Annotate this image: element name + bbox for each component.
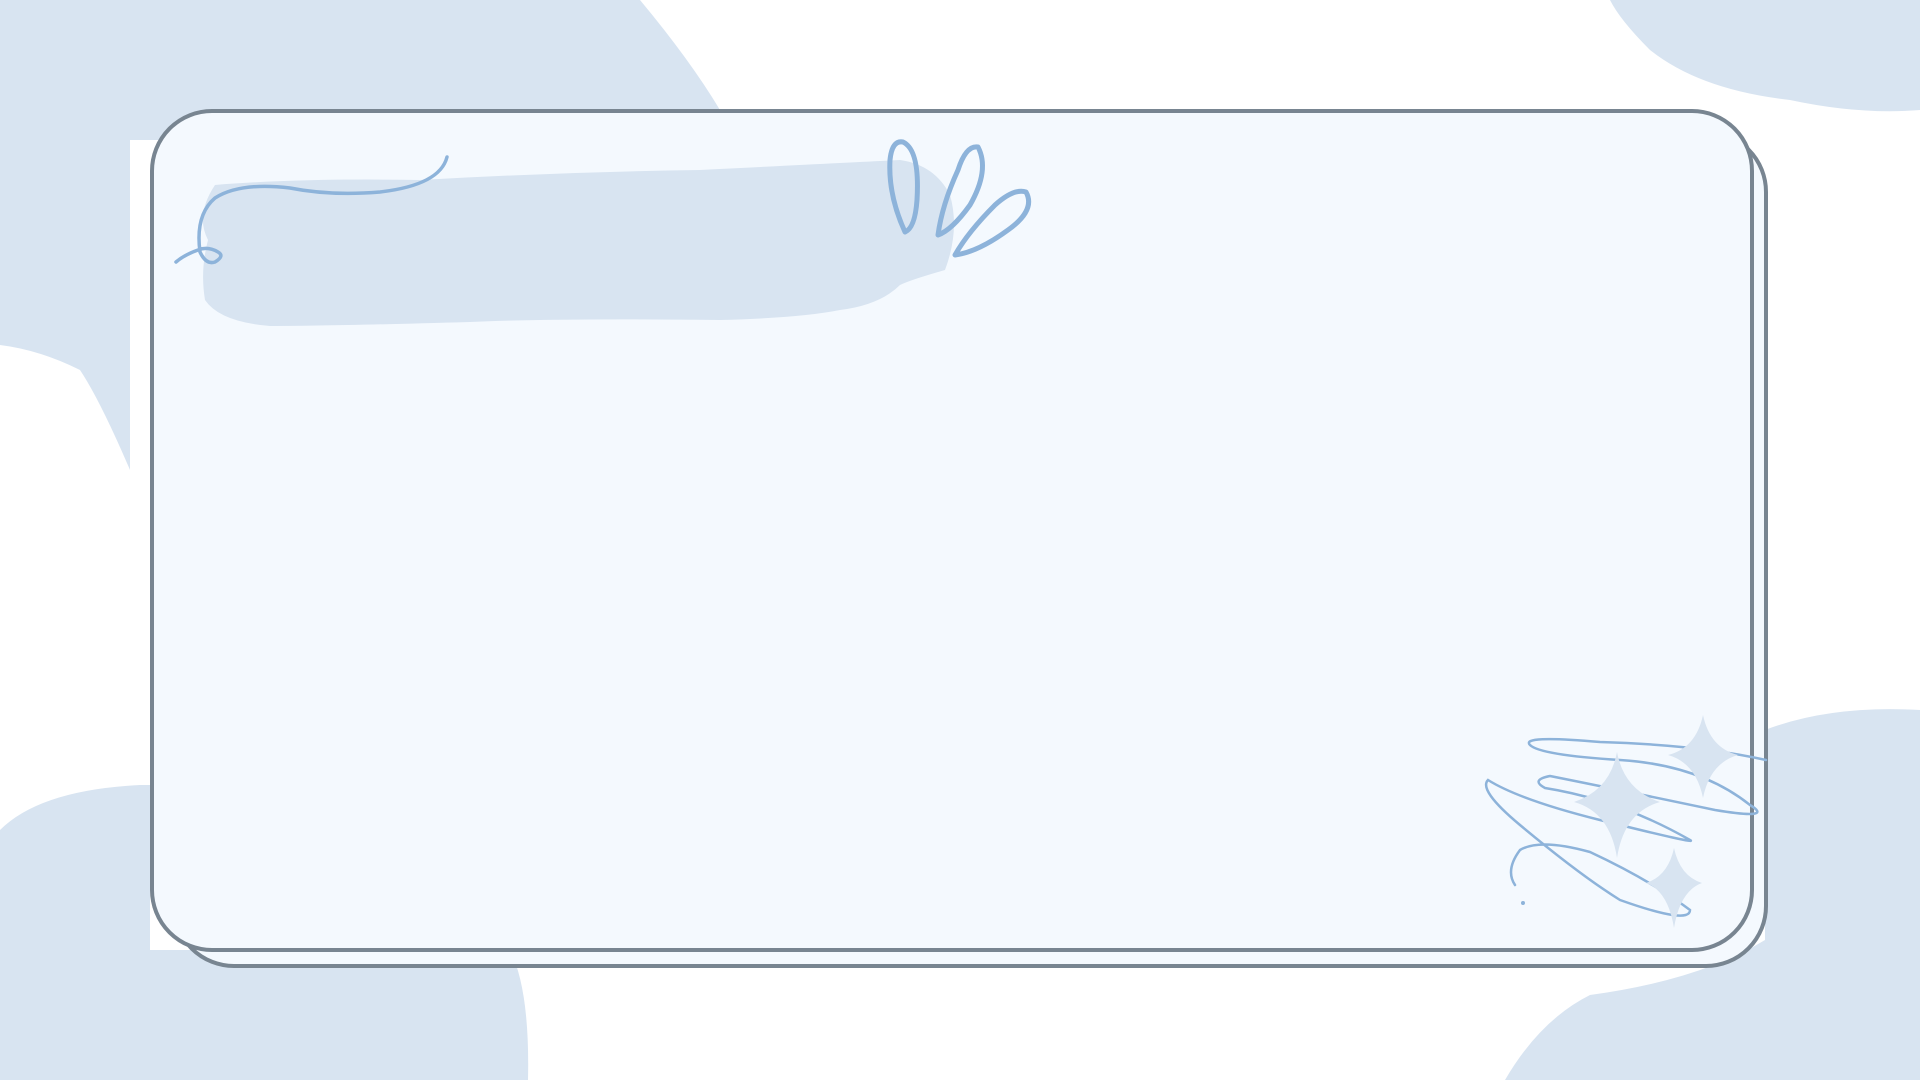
slide-canvas: [0, 0, 1920, 1080]
frame-card: [150, 109, 1754, 952]
blob-top-right: [1610, 0, 1920, 112]
